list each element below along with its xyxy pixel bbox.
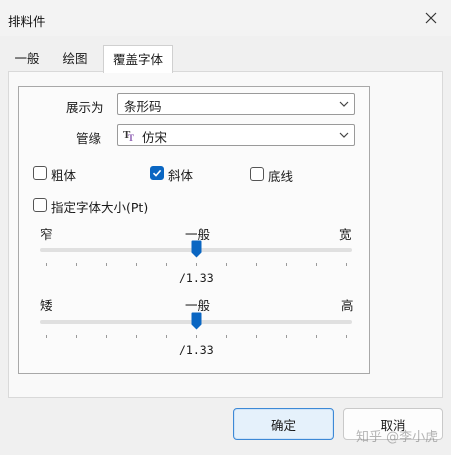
underline-label: 底线 (268, 169, 294, 184)
svg-text:T: T (128, 133, 134, 142)
slider-tick (196, 335, 197, 338)
display-as-value: 条形码 (124, 99, 162, 114)
checkmark-icon (152, 169, 162, 177)
slider-tick (106, 335, 107, 338)
slider-tick (76, 335, 77, 338)
slider-tick (46, 263, 47, 266)
chevron-down-icon (339, 132, 349, 138)
slider-tick (226, 335, 227, 338)
display-as-select[interactable]: 条形码 (117, 93, 355, 115)
slider-tick (286, 335, 287, 338)
width-ratio-value: /1.33 (179, 271, 214, 285)
slider-tick (226, 263, 227, 266)
close-icon (425, 12, 437, 24)
slider-tick (346, 263, 347, 266)
slider-tick (196, 263, 197, 266)
tab-drawing[interactable]: 绘图 (55, 47, 95, 71)
watermark: 知乎 @李小虎 (356, 430, 439, 445)
slider-tick (256, 263, 257, 266)
width-slider-thumb[interactable] (191, 240, 202, 258)
specify-size-checkbox[interactable] (33, 198, 47, 212)
height-tall-label: 高 (341, 298, 354, 313)
bold-label: 粗体 (51, 168, 77, 183)
width-narrow-label: 窄 (40, 227, 53, 242)
slider-tick (166, 263, 167, 266)
font-select[interactable]: T T 仿宋 (117, 124, 355, 146)
specify-size-label: 指定字体大小(Pt) (51, 200, 149, 215)
truetype-icon: T T (123, 129, 134, 142)
height-slider-thumb[interactable] (191, 312, 202, 330)
pipeline-label: 管缘 (76, 131, 102, 146)
slider-tick (136, 335, 137, 338)
italic-label: 斜体 (168, 168, 194, 183)
close-button[interactable] (418, 4, 444, 32)
slider-tick (286, 263, 287, 266)
display-as-label: 展示为 (66, 100, 104, 115)
slider-tick (316, 335, 317, 338)
tab-general[interactable]: 一般 (8, 47, 46, 71)
slider-tick (166, 335, 167, 338)
slider-tick (76, 263, 77, 266)
width-wide-label: 宽 (339, 227, 352, 242)
tab-override-font[interactable]: 覆盖字体 (103, 45, 173, 73)
slider-tick (106, 263, 107, 266)
chevron-down-icon (339, 101, 349, 107)
italic-checkbox[interactable] (150, 166, 164, 180)
title-bar: 排料件 (0, 0, 451, 36)
height-ratio-value: /1.33 (179, 343, 214, 357)
slider-tick (46, 335, 47, 338)
slider-tick (256, 335, 257, 338)
ok-button[interactable]: 确定 (233, 408, 334, 440)
font-value: 仿宋 (142, 130, 168, 145)
underline-checkbox[interactable] (250, 167, 264, 181)
height-short-label: 矮 (40, 298, 53, 313)
bold-checkbox[interactable] (33, 166, 47, 180)
slider-tick (346, 335, 347, 338)
slider-tick (136, 263, 137, 266)
window-title: 排料件 (8, 14, 46, 29)
slider-tick (316, 263, 317, 266)
